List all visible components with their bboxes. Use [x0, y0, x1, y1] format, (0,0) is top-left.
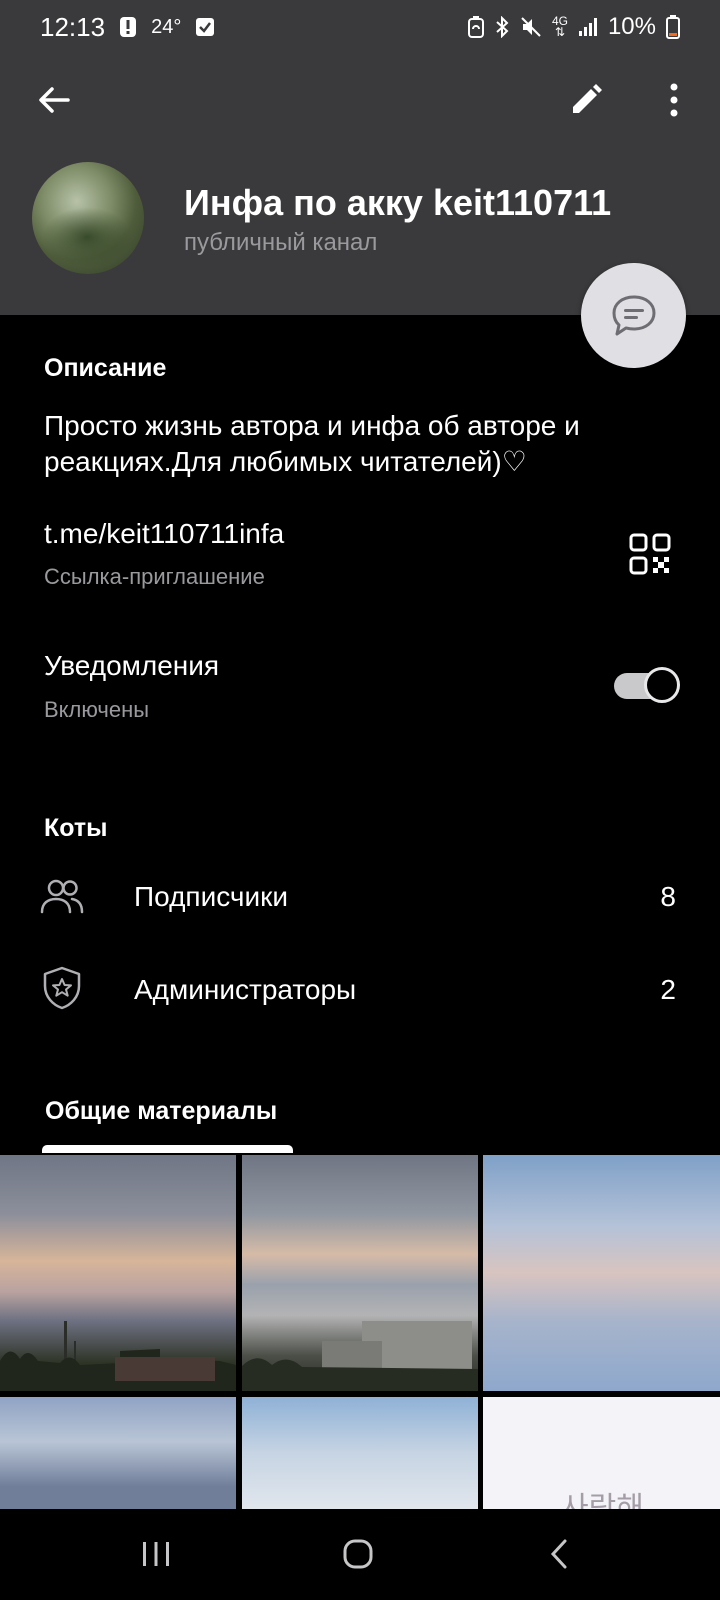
recent-apps-button[interactable]	[126, 1529, 186, 1579]
subscribers-count: 8	[660, 881, 676, 912]
notifications-status: Включены	[44, 697, 150, 722]
thumbnail-text: 사랑해	[561, 1492, 644, 1509]
checkbox-icon	[195, 17, 215, 37]
battery-icon	[666, 15, 680, 39]
qr-code-icon	[629, 533, 671, 575]
home-button[interactable]	[328, 1529, 388, 1579]
edit-button[interactable]	[560, 74, 612, 126]
more-options-button[interactable]	[648, 74, 700, 126]
back-nav-button[interactable]	[530, 1529, 590, 1579]
subscribers-label: Подписчики	[134, 881, 289, 912]
back-button[interactable]	[28, 74, 80, 126]
system-nav-bar	[0, 1509, 720, 1600]
chat-bubble-icon	[612, 295, 655, 335]
channel-title: Инфа по акку keit110711	[184, 182, 612, 223]
invite-link-label: Ссылка-приглашение	[44, 564, 265, 589]
description-text: Просто жизнь автора и инфа об авторе и р…	[44, 410, 580, 477]
tab-indicator	[42, 1145, 293, 1153]
invite-link[interactable]: t.me/keit110711infa	[44, 518, 284, 550]
channel-subtitle: публичный канал	[184, 229, 378, 256]
signal-icon	[578, 17, 598, 37]
administrators-count: 2	[660, 974, 676, 1005]
administrators-row[interactable]: Администраторы 2	[0, 950, 720, 1030]
media-grid: 사랑해	[0, 1155, 720, 1509]
data-arrows-icon: ⇅	[554, 25, 565, 39]
administrators-label: Администраторы	[134, 974, 357, 1005]
shield-star-icon	[38, 966, 86, 1012]
media-thumbnail[interactable]	[242, 1397, 478, 1509]
bluetooth-icon	[494, 16, 510, 38]
subscribers-row[interactable]: Подписчики 8	[0, 857, 720, 937]
people-icon	[38, 875, 86, 919]
media-thumbnail[interactable]	[483, 1155, 720, 1391]
status-temperature: 24°	[151, 15, 182, 38]
media-thumbnail[interactable]: 사랑해	[483, 1397, 720, 1509]
home-icon	[343, 1539, 373, 1569]
status-bar: 12:13 24° 4G ⇅ 10%	[0, 0, 720, 54]
media-thumbnail[interactable]	[0, 1397, 236, 1509]
chevron-left-icon	[550, 1539, 567, 1569]
buildings-silhouette	[242, 1321, 478, 1391]
group-label: Коты	[44, 814, 108, 842]
notifications-toggle[interactable]	[614, 666, 680, 704]
network-type-icon: 4G ⇅	[552, 15, 568, 39]
media-thumbnail[interactable]	[242, 1155, 478, 1391]
description-label: Описание	[44, 354, 167, 382]
qr-code-button[interactable]	[628, 532, 672, 576]
channel-avatar[interactable]	[32, 162, 144, 274]
skyline-silhouette	[0, 1321, 236, 1391]
more-vertical-icon	[670, 83, 678, 117]
status-time: 12:13	[40, 11, 106, 42]
recents-icon	[143, 1542, 169, 1566]
pencil-icon	[573, 84, 602, 113]
mute-icon	[520, 16, 542, 38]
arrow-back-icon	[39, 87, 70, 113]
media-thumbnail[interactable]	[0, 1155, 236, 1391]
alert-icon	[119, 16, 137, 38]
tab-shared-media[interactable]: Общие материалы	[45, 1097, 277, 1126]
toggle-knob	[644, 667, 680, 703]
battery-percent: 10%	[607, 13, 656, 40]
notifications-label[interactable]: Уведомления	[44, 650, 219, 682]
battery-saver-icon	[467, 16, 484, 38]
discussion-fab[interactable]	[581, 263, 686, 368]
